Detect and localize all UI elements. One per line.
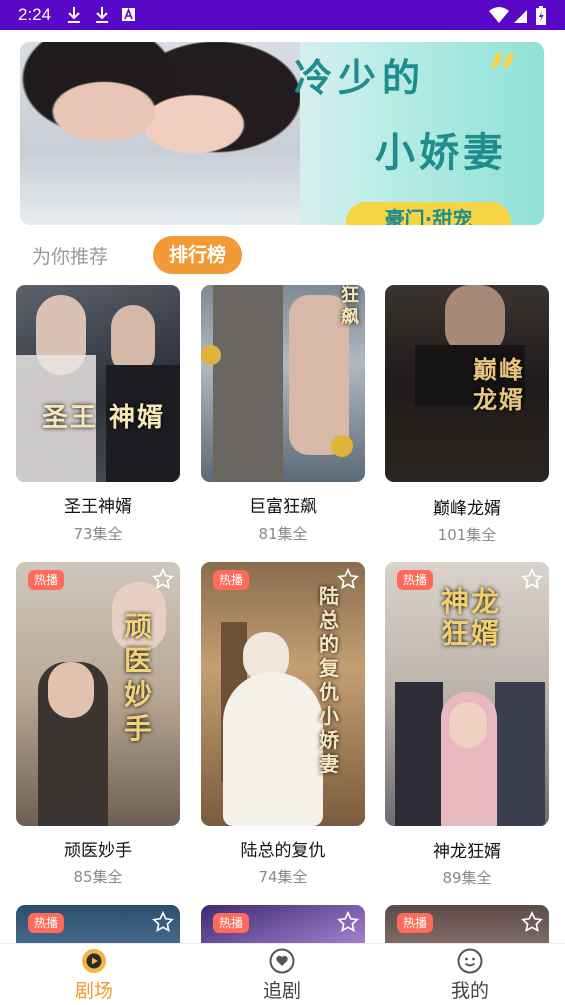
drama-poster[interactable]: 热播 [201,905,365,943]
hot-badge: 热播 [397,913,434,933]
drama-episodes: 81集全 [258,525,308,543]
drama-grid: 圣王 神婿 圣王神婿 73集全 狂飙 巨富狂飙 81集全 巅峰龙婿 巅峰龙婿 1… [0,285,565,943]
hot-badge: 热播 [213,570,250,590]
hot-badge: 热播 [397,570,434,590]
favorite-star-icon[interactable] [152,568,174,590]
nav-theater[interactable]: 剧场 [34,944,154,1005]
status-bar: 2:24 [0,0,565,30]
hot-badge: 热播 [28,913,65,933]
drama-episodes: 74集全 [258,868,308,886]
drama-poster[interactable]: 狂飙 [201,285,365,482]
banner-title-line2: 小娇妻 [375,129,507,176]
banner-genre-tag: 豪门·甜宠 [346,202,511,225]
nav-label: 我的 [450,980,489,1002]
wifi-icon [489,7,509,23]
hot-badge: 热播 [213,913,250,933]
category-tabs: 为你推荐 排行榜 [0,234,565,278]
download-icon [96,7,108,23]
signal-icon [514,10,527,23]
poster-title: 陆总的复仇小娇妻 [319,584,341,776]
theater-icon [82,949,106,973]
nav-label: 剧场 [74,980,113,1002]
drama-poster[interactable]: 巅峰龙婿 [385,285,549,482]
smiley-icon [457,948,483,974]
drama-title: 顽医妙手 [64,841,132,861]
drama-title: 巨富狂飙 [249,497,317,517]
favorite-star-icon[interactable] [337,911,359,933]
poster-title: 狂飙 [341,285,361,328]
bottom-nav: 剧场 追剧 我的 [0,943,565,1005]
drama-poster[interactable]: 顽医妙手 热播 [16,562,180,826]
banner-title-line1: 冷少的 [294,55,427,100]
download-icon [68,7,80,23]
featured-banner[interactable]: ” 冷少的 小娇妻 豪门·甜宠 [20,42,544,225]
quote-decoration: ” [488,44,518,105]
drama-episodes: 101集全 [437,526,497,544]
favorite-star-icon[interactable] [521,911,543,933]
drama-episodes: 85集全 [73,868,123,886]
drama-poster[interactable]: 圣王 神婿 [16,285,180,482]
hot-badge: 热播 [28,570,65,590]
heart-icon [269,948,295,974]
poster-title: 顽医妙手 [124,610,155,745]
drama-title: 巅峰龙婿 [433,499,501,519]
drama-title: 陆总的复仇 [240,841,326,861]
drama-title: 神龙狂婿 [433,842,501,862]
drama-episodes: 89集全 [442,869,492,887]
favorite-star-icon[interactable] [152,911,174,933]
nav-label: 追剧 [262,980,301,1002]
poster-title: 神龙狂婿 [441,585,502,650]
favorite-star-icon[interactable] [337,568,359,590]
drama-episodes: 73集全 [73,525,123,543]
drama-poster[interactable]: 热播 [385,905,549,943]
nav-following[interactable]: 追剧 [222,944,342,1005]
nav-profile[interactable]: 我的 [410,944,530,1005]
favorite-star-icon[interactable] [521,568,543,590]
battery-icon [536,6,546,25]
drama-poster[interactable]: 神龙狂婿 热播 [385,562,549,826]
status-time: 2:24 [18,5,52,24]
tab-ranking[interactable]: 排行榜 [153,236,242,274]
drama-poster[interactable]: 陆总的复仇小娇妻 热播 [201,562,365,826]
banner-image [20,42,300,225]
drama-poster[interactable]: 热播 [16,905,180,943]
tab-recommend[interactable]: 为你推荐 [32,242,108,269]
poster-title: 圣王 神婿 [42,403,166,433]
poster-title: 巅峰龙婿 [473,355,525,414]
notification-app-icon [122,7,135,21]
drama-title: 圣王神婿 [64,497,132,517]
